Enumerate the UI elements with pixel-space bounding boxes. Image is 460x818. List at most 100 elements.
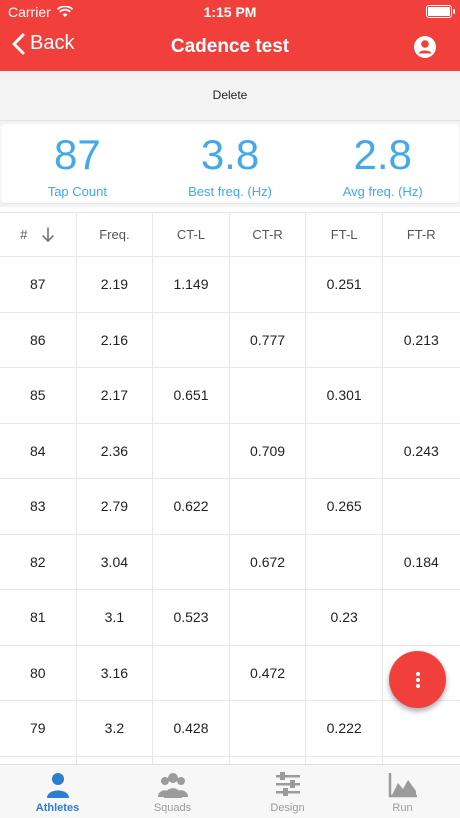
tab-design[interactable]: Design	[230, 765, 345, 818]
stat-tap-count: 87 Tap Count	[1, 124, 154, 203]
table-row[interactable]: 84 2.36 0.709 0.243	[0, 423, 460, 479]
table-cell-ft-r: 0.184	[403, 553, 439, 570]
nav-bar: Back Cadence test	[0, 24, 460, 71]
table-cell-index: 86	[0, 312, 77, 367]
table-cell-ft-l: 0.301	[306, 368, 383, 423]
table-cell-ct-r	[230, 368, 307, 423]
tab-bar: Athletes Squads Design Run	[0, 764, 460, 818]
table-cell-ct-r	[230, 756, 307, 764]
table-row[interactable]: 81 3.1 0.523 0.23	[0, 590, 460, 646]
stat-best-freq: 3.8 Best freq. (Hz)	[154, 124, 307, 203]
table-cell-ct-r: 0.777	[230, 312, 307, 367]
stat-value: 3.8	[200, 131, 260, 178]
table-cell-ft-l: 0.251	[306, 257, 383, 312]
tab-squads[interactable]: Squads	[115, 765, 230, 818]
table-cell-ct-r	[230, 590, 307, 645]
stats-card: 87 Tap Count 3.8 Best freq. (Hz) 2.8 Avg…	[1, 124, 459, 204]
table-cell-ft-l	[306, 756, 383, 764]
table-cell-ct-l	[153, 756, 230, 764]
table-row[interactable]: 87 2.19 1.149 0.251	[0, 257, 460, 313]
table-cell-ft-l	[306, 534, 383, 589]
group-icon	[157, 773, 188, 798]
table-cell-index	[0, 756, 77, 764]
table-cell-ft-l: 0.222	[306, 701, 383, 756]
tab-label: Design	[270, 802, 305, 814]
page-title: Cadence test	[170, 36, 290, 57]
table-row[interactable]: 86 2.16 0.777 0.213	[0, 312, 460, 368]
tab-run[interactable]: Run	[345, 765, 460, 818]
table-cell-ft-r: 0.243	[403, 442, 439, 459]
sliders-icon	[275, 772, 300, 796]
stat-label: Best freq. (Hz)	[188, 184, 272, 199]
table-cell-ct-r	[230, 701, 307, 756]
table-cell-ft-r	[383, 701, 460, 756]
status-time: 1:15 PM	[203, 4, 257, 20]
table-cell-ct-r	[230, 479, 307, 534]
stat-value: 87	[53, 131, 101, 178]
stat-value: 2.8	[353, 131, 412, 178]
table-cell-index: 79	[0, 701, 77, 756]
action-toolbar: Delete	[0, 71, 460, 121]
table-row[interactable]: 83 2.79 0.622 0.265	[0, 479, 460, 535]
table-cell-ct-r: 0.672	[230, 534, 307, 589]
table-cell-ft-l: 0.23	[306, 590, 383, 645]
table-cell-ft-l	[306, 423, 383, 478]
tab-athletes[interactable]: Athletes	[0, 765, 115, 818]
table-cell-ft-r	[383, 757, 460, 765]
column-header-ct-l[interactable]: CT-L	[153, 213, 230, 256]
table-cell-ct-r: 0.472	[230, 645, 307, 700]
table-cell-ft-l	[306, 645, 383, 700]
table-row[interactable]: 85 2.17 0.651 0.301	[0, 368, 460, 424]
table-cell-index: 82	[0, 534, 77, 589]
table-cell-freq: 3.1	[77, 590, 154, 645]
stat-avg-freq: 2.8 Avg freq. (Hz)	[306, 124, 459, 203]
person-icon	[46, 773, 69, 798]
table-cell-index: 84	[0, 423, 77, 478]
stat-label: Avg freq. (Hz)	[342, 184, 423, 199]
table-cell-freq: 3.04	[77, 534, 154, 589]
table-cell-ct-l: 1.149	[153, 257, 230, 312]
account-icon[interactable]	[412, 34, 438, 60]
table-cell-ft-r	[383, 479, 460, 534]
table-cell-ct-l	[153, 534, 230, 589]
table-cell-ct-l: 0.428	[153, 701, 230, 756]
table-cell-index: 83	[0, 479, 77, 534]
tab-label: Athletes	[35, 802, 80, 814]
delete-button[interactable]: Delete	[0, 88, 460, 102]
arrow-down-icon	[42, 226, 55, 242]
table-cell-ft-l	[306, 312, 383, 367]
table-cell-ct-l: 0.651	[153, 368, 230, 423]
table-cell-ct-l	[153, 312, 230, 367]
table-cell-freq: 3.2	[77, 701, 154, 756]
table-header-row: # Freq. CT-L CT-R FT-L FT-R	[0, 213, 460, 257]
column-header-ft-r[interactable]: FT-R	[383, 213, 460, 256]
table-cell-ct-l	[153, 423, 230, 478]
table-cell-ct-r	[230, 257, 307, 312]
table-cell-ct-r: 0.709	[230, 423, 307, 478]
more-vertical-icon	[415, 671, 420, 688]
table-cell-index: 87	[0, 257, 77, 312]
table-cell-ft-r	[383, 590, 460, 645]
stats-panel: 87 Tap Count 3.8 Best freq. (Hz) 2.8 Avg…	[0, 121, 460, 207]
header: Carrier 1:15 PM Back Cadence test	[0, 0, 460, 71]
column-header-freq[interactable]: Freq.	[77, 213, 154, 256]
table-cell-freq: 2.19	[77, 257, 154, 312]
more-actions-button[interactable]	[389, 651, 446, 708]
column-header-index[interactable]: #	[0, 213, 77, 256]
table-cell-index: 85	[0, 368, 77, 423]
table-cell-ct-l	[153, 645, 230, 700]
table-cell-index: 80	[0, 645, 77, 700]
column-header-ft-l[interactable]: FT-L	[306, 213, 383, 256]
tab-label: Squads	[153, 802, 192, 814]
table-cell-freq: 3.16	[77, 645, 154, 700]
column-header-ct-r[interactable]: CT-R	[230, 213, 307, 256]
table-cell-freq	[77, 756, 154, 764]
table-row[interactable]: 79 3.2 0.428 0.222	[0, 701, 460, 757]
table-row[interactable]	[0, 756, 460, 765]
table-row[interactable]: 82 3.04 0.672 0.184	[0, 534, 460, 590]
table-cell-freq: 2.16	[77, 312, 154, 367]
table-cell-ft-r	[383, 257, 460, 312]
tab-label: Run	[392, 802, 413, 814]
table-cell-freq: 2.17	[77, 368, 154, 423]
table-cell-ct-l: 0.523	[153, 590, 230, 645]
